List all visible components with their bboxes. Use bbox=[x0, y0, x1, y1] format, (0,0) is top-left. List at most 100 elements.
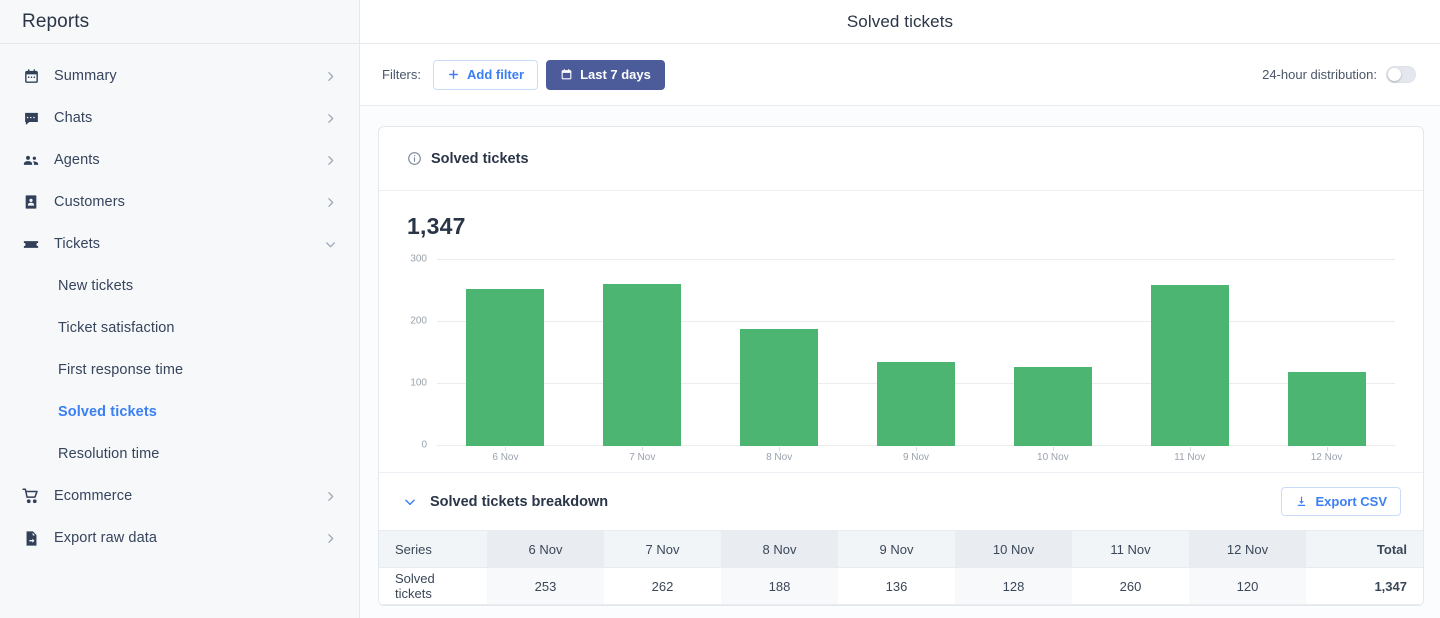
export-file-icon bbox=[22, 529, 40, 547]
sidebar-subitem-solved-tickets[interactable]: Solved tickets bbox=[0, 391, 359, 433]
chevron-right-icon bbox=[323, 153, 337, 167]
page-header: Solved tickets bbox=[360, 0, 1440, 44]
distribution-toggle-label: 24-hour distribution: bbox=[1262, 67, 1377, 82]
sidebar-item-label: Chats bbox=[54, 110, 93, 126]
bar-slot bbox=[848, 260, 985, 451]
chart-bar[interactable] bbox=[740, 329, 819, 446]
plus-icon bbox=[447, 68, 460, 81]
x-axis-tick-label: 12 Nov bbox=[1310, 452, 1343, 463]
bar-slot bbox=[1121, 260, 1258, 451]
chart-bar[interactable] bbox=[603, 283, 682, 446]
sidebar-item-export-raw-data[interactable]: Export raw data bbox=[0, 517, 359, 559]
table-cell-value: 253 bbox=[487, 567, 604, 605]
chart-bar[interactable] bbox=[466, 289, 545, 446]
sidebar-title: Reports bbox=[22, 10, 90, 32]
page-title: Solved tickets bbox=[846, 11, 954, 31]
x-axis-tick-mark bbox=[1052, 447, 1054, 451]
content-area: Solved tickets 1,347 0 100 200 300 6 Nov 7 N… bbox=[360, 106, 1440, 618]
calendar-icon bbox=[560, 68, 573, 81]
sidebar-subitem-resolution-time[interactable]: Resolution time bbox=[0, 433, 359, 475]
app-root: Reports Summary Chats Agents Customers T… bbox=[0, 0, 1440, 618]
chevron-down-icon bbox=[323, 237, 337, 251]
chevron-down-icon[interactable] bbox=[403, 495, 417, 509]
bar-slot bbox=[984, 260, 1121, 451]
table-cell-value: 262 bbox=[604, 567, 721, 605]
table-header-date: 11 Nov bbox=[1072, 530, 1189, 568]
table-cell-value: 260 bbox=[1072, 567, 1189, 605]
x-axis-tick-mark bbox=[1326, 447, 1328, 451]
info-icon[interactable] bbox=[407, 151, 422, 166]
y-axis-tick-label: 0 bbox=[421, 439, 427, 451]
chevron-right-icon bbox=[323, 69, 337, 83]
sidebar-subitem-new-tickets[interactable]: New tickets bbox=[0, 265, 359, 307]
y-axis-tick-label: 100 bbox=[410, 377, 427, 389]
chart-bar[interactable] bbox=[877, 361, 955, 446]
table-header-row: Series 6 Nov 7 Nov 8 Nov 9 Nov 10 Nov 11 Nov 12… bbox=[379, 530, 1423, 568]
sidebar-item-customers[interactable]: Customers bbox=[0, 181, 359, 223]
x-axis-tick-label: 10 Nov bbox=[1037, 452, 1069, 463]
x-axis-tick-label: 6 Nov bbox=[492, 452, 519, 463]
x-axis-tick-mark bbox=[779, 447, 781, 451]
sidebar-item-ecommerce[interactable]: Ecommerce bbox=[0, 475, 359, 517]
card-title: Solved tickets bbox=[431, 150, 529, 167]
sidebar-nav: Summary Chats Agents Customers Tickets N… bbox=[0, 44, 359, 559]
table-header-date: 6 Nov bbox=[487, 530, 604, 568]
sidebar-item-agents[interactable]: Agents bbox=[0, 139, 359, 181]
table-header-date: 12 Nov bbox=[1189, 530, 1306, 568]
add-filter-button[interactable]: Add filter bbox=[433, 59, 539, 90]
chart-bar[interactable] bbox=[1150, 284, 1229, 446]
metric-total-value: 1,347 bbox=[407, 213, 466, 239]
sidebar-item-label: Tickets bbox=[54, 236, 101, 252]
breakdown-table-body: Solved tickets 253 262 188 136 128 260 120 1,347 bbox=[379, 567, 1423, 605]
metric-block: 1,347 bbox=[379, 191, 1423, 240]
breakdown-header: Solved tickets breakdown Export CSV bbox=[379, 472, 1423, 530]
x-axis-tick-mark bbox=[1189, 447, 1191, 451]
x-axis-tick-mark bbox=[642, 447, 644, 451]
chevron-right-icon bbox=[323, 489, 337, 503]
bar-slot bbox=[574, 260, 711, 451]
download-icon bbox=[1295, 495, 1308, 508]
filter-bar: Filters: Add filter Last 7 days 24-hour … bbox=[360, 44, 1440, 106]
x-axis-tick-label: 11 Nov bbox=[1174, 452, 1206, 463]
sidebar-subitem-ticket-satisfaction[interactable]: Ticket satisfaction bbox=[0, 307, 359, 349]
sidebar-item-summary[interactable]: Summary bbox=[0, 55, 359, 97]
chart-x-axis-labels: 6 Nov 7 Nov 8 Nov 9 Nov 10 Nov 11 Nov 12 Nov bbox=[437, 452, 1395, 472]
24-hour-distribution-toggle[interactable] bbox=[1386, 66, 1416, 83]
contact-card-icon bbox=[22, 193, 40, 211]
sidebar-item-label: Export raw data bbox=[54, 530, 158, 546]
add-filter-label: Add filter bbox=[467, 67, 525, 82]
distribution-toggle-group: 24-hour distribution: bbox=[1262, 66, 1416, 83]
bar-slot bbox=[711, 260, 848, 451]
chevron-right-icon bbox=[323, 531, 337, 545]
x-axis-tick-label: 8 Nov bbox=[766, 452, 793, 463]
chart-bar[interactable] bbox=[1013, 366, 1092, 446]
table-header-date: 8 Nov bbox=[721, 530, 838, 568]
chevron-right-icon bbox=[323, 111, 337, 125]
export-csv-label: Export CSV bbox=[1315, 494, 1387, 509]
sidebar-item-label: Agents bbox=[54, 152, 100, 168]
y-axis-tick-label: 300 bbox=[410, 253, 427, 265]
y-axis-tick-label: 200 bbox=[410, 315, 427, 327]
table-cell-value: 128 bbox=[955, 567, 1072, 605]
table-header-date: 10 Nov bbox=[955, 530, 1072, 568]
sidebar: Reports Summary Chats Agents Customers T… bbox=[0, 0, 360, 618]
date-range-label: Last 7 days bbox=[580, 67, 651, 82]
bar-slot bbox=[1258, 260, 1395, 451]
sidebar-item-chats[interactable]: Chats bbox=[0, 97, 359, 139]
date-range-button[interactable]: Last 7 days bbox=[546, 59, 665, 90]
chart-plot-area: 0 100 200 300 bbox=[410, 254, 1395, 451]
breakdown-title: Solved tickets breakdown bbox=[430, 493, 609, 510]
table-cell-value: 136 bbox=[838, 567, 955, 605]
breakdown-table-head: Series 6 Nov 7 Nov 8 Nov 9 Nov 10 Nov 11 Nov 12… bbox=[379, 530, 1423, 568]
table-header-series: Series bbox=[379, 530, 487, 568]
sidebar-item-tickets[interactable]: Tickets bbox=[0, 223, 359, 265]
toggle-knob bbox=[1388, 68, 1401, 81]
chart-bar[interactable] bbox=[1287, 371, 1366, 446]
x-axis-tick-mark bbox=[916, 447, 917, 451]
x-axis-tick-label: 9 Nov bbox=[902, 452, 930, 463]
main-content: Solved tickets Filters: Add filter Last … bbox=[360, 0, 1440, 618]
sidebar-subitem-first-response-time[interactable]: First response time bbox=[0, 349, 359, 391]
table-header-total: Total bbox=[1306, 530, 1423, 568]
sidebar-item-label: Ecommerce bbox=[54, 488, 133, 504]
export-csv-button[interactable]: Export CSV bbox=[1281, 487, 1401, 516]
